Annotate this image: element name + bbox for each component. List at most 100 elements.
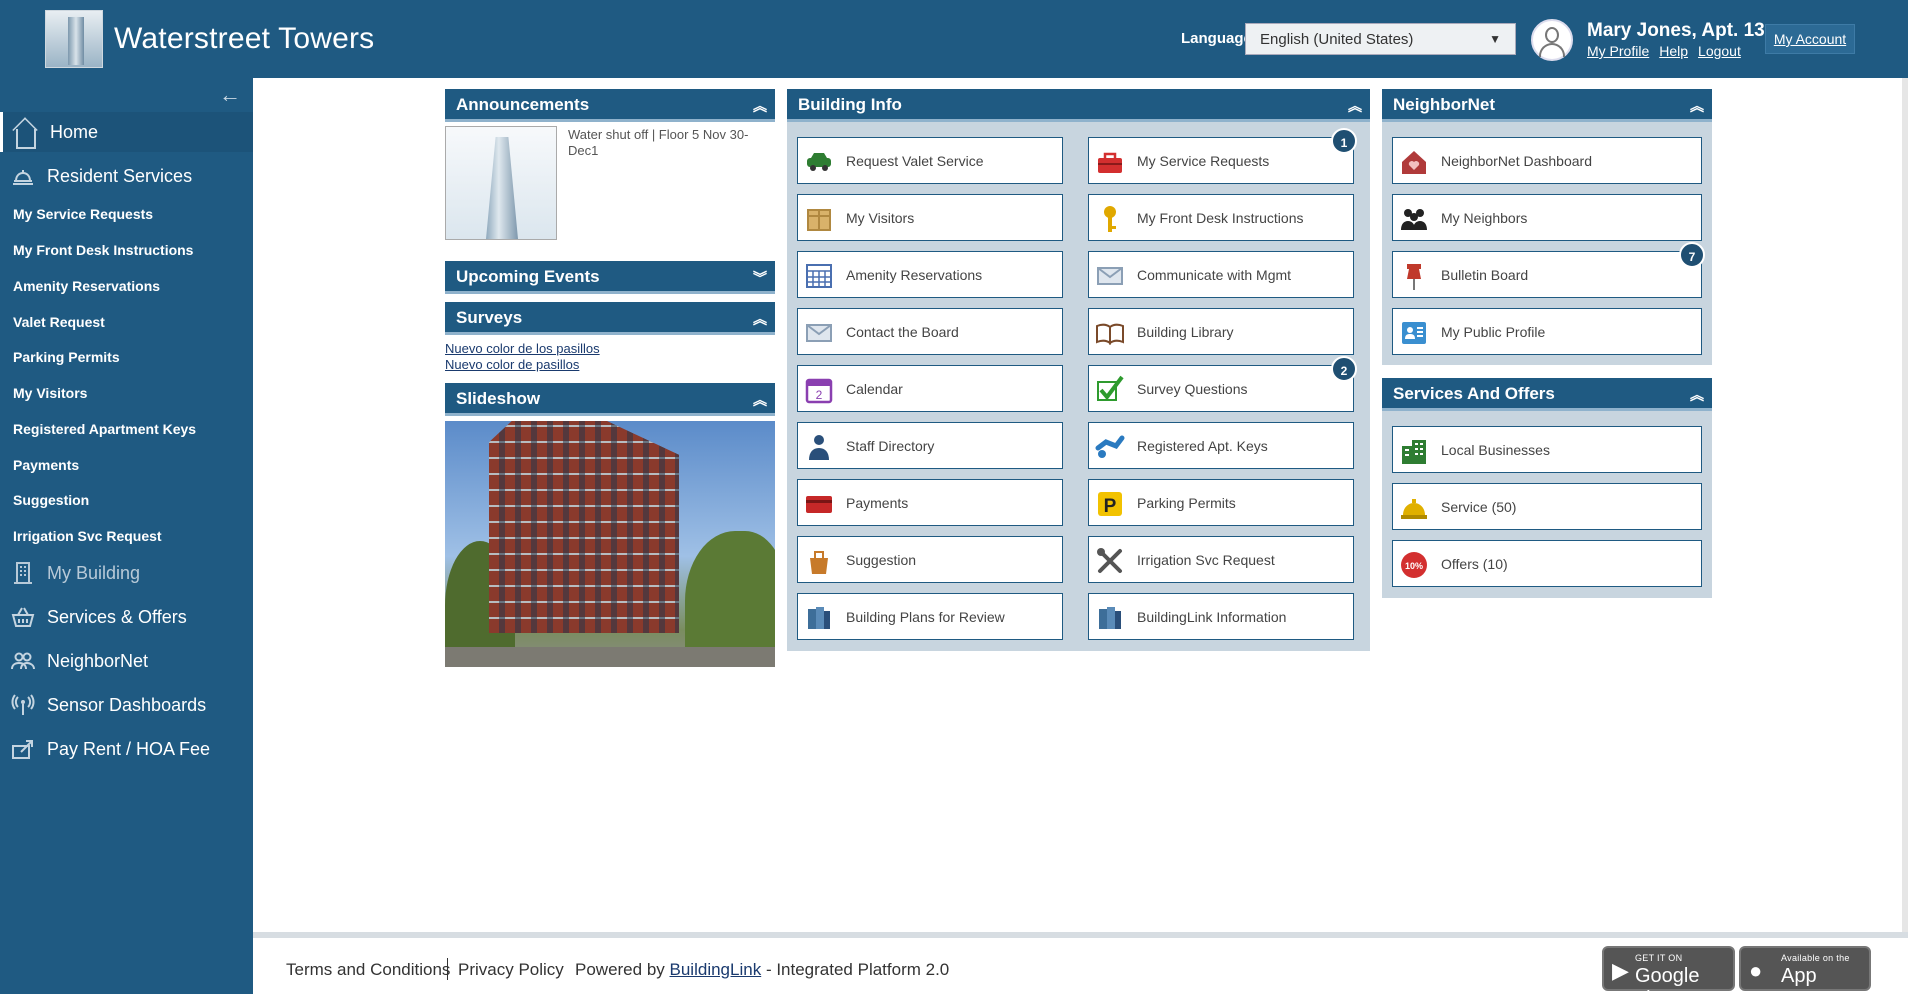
tile-label: Payments <box>846 494 909 511</box>
neighbornet-header: NeighborNet ︽ <box>1382 89 1712 122</box>
sidebar-item-label: My Building <box>47 562 141 583</box>
tile-my-visitors[interactable]: My Visitors <box>797 194 1063 241</box>
language-select[interactable]: English (United States) ▼ <box>1245 23 1516 55</box>
tile-request-valet-service[interactable]: Request Valet Service <box>797 137 1063 184</box>
announcements-header: Announcements ︽ <box>445 89 775 122</box>
logout-link[interactable]: Logout <box>1698 43 1741 59</box>
sidebar-subitem[interactable]: Irrigation Svc Request <box>13 528 162 544</box>
terms-link[interactable]: Terms and Conditions <box>286 960 450 980</box>
tile-parking-permits[interactable]: P Parking Permits <box>1088 479 1354 526</box>
tile-my-front-desk-instructions[interactable]: My Front Desk Instructions <box>1088 194 1354 241</box>
suggestion-box-icon <box>804 546 834 574</box>
tile-service-50[interactable]: Service (50) <box>1392 483 1702 530</box>
tile-bulletin-board[interactable]: Bulletin Board 7 <box>1392 242 1705 298</box>
tile-label: NeighborNet Dashboard <box>1441 152 1592 169</box>
tile-staff-directory[interactable]: Staff Directory <box>797 422 1063 469</box>
tile-communicate-with-mgmt[interactable]: Communicate with Mgmt <box>1088 251 1354 298</box>
tile-buildinglink-information[interactable]: BuildingLink Information <box>1088 593 1354 640</box>
my-profile-link[interactable]: My Profile <box>1587 43 1649 59</box>
collapse-chevron-icon[interactable]: ︽ <box>1690 96 1704 116</box>
page-scrollbar[interactable] <box>1902 78 1908 932</box>
survey-link[interactable]: Nuevo color de pasillos <box>445 357 775 373</box>
svg-text:2: 2 <box>816 388 823 402</box>
sidebar-subitem[interactable]: My Visitors <box>13 385 87 401</box>
powered-suffix: - Integrated Platform 2.0 <box>765 960 950 979</box>
tile-contact-the-board[interactable]: Contact the Board <box>797 308 1063 355</box>
tile-label: Contact the Board <box>846 323 959 340</box>
tile-calendar[interactable]: 2 Calendar <box>797 365 1063 412</box>
app-title[interactable]: Waterstreet Towers <box>114 22 374 56</box>
tile-label: Communicate with Mgmt <box>1137 266 1292 283</box>
books-icon <box>1095 603 1125 631</box>
survey-list: Nuevo color de los pasillos Nuevo color … <box>445 335 775 378</box>
apple-small-text: Available on the <box>1781 953 1850 963</box>
tile-registered-apt-keys[interactable]: Registered Apt. Keys <box>1088 422 1354 469</box>
google-play-badge[interactable]: ▶ GET IT ON Google play <box>1602 946 1735 994</box>
slideshow-widget: Slideshow ︽ <box>445 383 775 667</box>
sidebar-subitem[interactable]: Parking Permits <box>13 349 120 365</box>
avatar[interactable] <box>1531 19 1573 61</box>
key-icon <box>1095 204 1125 232</box>
building-logo[interactable] <box>45 10 103 68</box>
help-link[interactable]: Help <box>1659 43 1688 59</box>
notification-badge[interactable]: 1 <box>1331 128 1357 154</box>
collapse-chevron-icon[interactable]: ︽ <box>1348 96 1362 116</box>
my-account-button[interactable]: My Account <box>1765 24 1855 54</box>
google-small-text: GET IT ON <box>1635 953 1683 963</box>
slideshow-image[interactable] <box>445 421 775 667</box>
collapse-chevron-icon[interactable]: ︽ <box>1690 385 1704 405</box>
sidebar-item-services-offers[interactable]: Services & Offers <box>0 597 253 637</box>
announcement-thumbnail[interactable] <box>445 126 557 240</box>
sidebar-item-my-building[interactable]: My Building <box>0 553 253 593</box>
sidebar-item-pay-rent[interactable]: Pay Rent / HOA Fee <box>0 729 253 769</box>
collapse-chevron-icon[interactable]: ︽ <box>753 390 767 410</box>
book-icon <box>1095 318 1125 346</box>
tile-my-service-requests[interactable]: My Service Requests 1 <box>1088 128 1357 184</box>
buildings-icon <box>1399 436 1429 464</box>
survey-link[interactable]: Nuevo color de los pasillos <box>445 341 775 357</box>
collapse-chevron-icon[interactable]: ︽ <box>753 309 767 329</box>
sidebar-item-neighbornet[interactable]: NeighborNet <box>0 641 253 681</box>
tile-my-public-profile[interactable]: My Public Profile <box>1392 308 1702 355</box>
expand-chevron-icon[interactable]: ︾ <box>753 268 767 288</box>
tile-neighbornet-dashboard[interactable]: NeighborNet Dashboard <box>1392 137 1702 184</box>
sensor-icon <box>11 694 35 716</box>
tile-suggestion[interactable]: Suggestion <box>797 536 1063 583</box>
tile-irrigation-svc-request[interactable]: Irrigation Svc Request <box>1088 536 1354 583</box>
sidebar-subitem[interactable]: Valet Request <box>13 314 105 330</box>
sidebar-item-sensor-dashboards[interactable]: Sensor Dashboards <box>0 685 253 725</box>
collapse-sidebar-icon[interactable]: ← <box>219 82 241 108</box>
notification-badge[interactable]: 2 <box>1331 356 1357 382</box>
neighbornet-widget: NeighborNet ︽ NeighborNet Dashboard My Ne… <box>1382 89 1712 365</box>
powered-by: Powered by BuildingLink - Integrated Pla… <box>575 960 949 980</box>
sidebar-subitem[interactable]: Amenity Reservations <box>13 278 160 294</box>
announcement-text[interactable]: Water shut off | Floor 5 Nov 30-Dec1 <box>568 127 778 159</box>
app-store-badge[interactable]: ● Available on the App Store <box>1739 946 1871 994</box>
sidebar-subitem[interactable]: My Service Requests <box>13 206 153 222</box>
tile-local-businesses[interactable]: Local Businesses <box>1392 426 1702 473</box>
tile-survey-questions[interactable]: Survey Questions 2 <box>1088 356 1357 412</box>
tile-payments[interactable]: Payments <box>797 479 1063 526</box>
sidebar-subitem[interactable]: My Front Desk Instructions <box>13 242 193 258</box>
sidebar-item-resident-services[interactable]: Resident Services <box>0 156 253 196</box>
tile-building-plans-for-review[interactable]: Building Plans for Review <box>797 593 1063 640</box>
sidebar-item-home[interactable]: Home <box>0 112 253 152</box>
notification-badge[interactable]: 7 <box>1679 242 1705 268</box>
dropdown-caret-icon: ▼ <box>1489 32 1501 46</box>
collapse-chevron-icon[interactable]: ︽ <box>753 96 767 116</box>
sidebar-subitem[interactable]: Registered Apartment Keys <box>13 421 196 437</box>
top-header: Waterstreet Towers Language: English (Un… <box>0 0 1908 78</box>
people-icon <box>1399 204 1429 232</box>
sidebar-subitem[interactable]: Suggestion <box>13 492 89 508</box>
services-offers-widget: Services And Offers ︽ Local Businesses Se… <box>1382 378 1712 598</box>
tile-label: Local Businesses <box>1441 441 1550 458</box>
privacy-link[interactable]: Privacy Policy <box>458 960 564 980</box>
tile-my-neighbors[interactable]: My Neighbors <box>1392 194 1702 241</box>
buildinglink-link[interactable]: BuildingLink <box>670 960 762 979</box>
announcement-item[interactable]: Water shut off | Floor 5 Nov 30-Dec1 <box>445 122 775 254</box>
tile-offers-10[interactable]: 10% Offers (10) <box>1392 540 1702 587</box>
upcoming-events-header[interactable]: Upcoming Events ︾ <box>445 261 775 294</box>
sidebar-subitem[interactable]: Payments <box>13 457 79 473</box>
tile-amenity-reservations[interactable]: Amenity Reservations <box>797 251 1063 298</box>
tile-building-library[interactable]: Building Library <box>1088 308 1354 355</box>
